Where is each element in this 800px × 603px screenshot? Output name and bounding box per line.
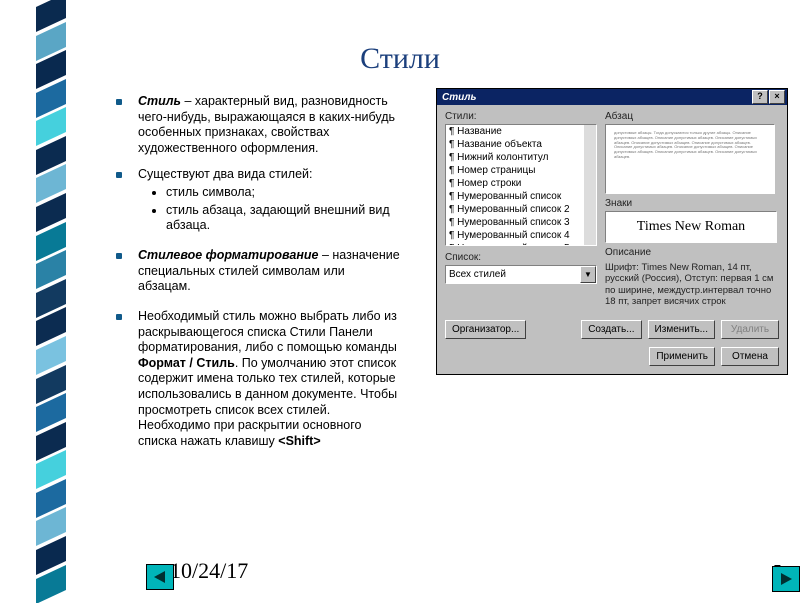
paragraph-label: Абзац (605, 111, 777, 122)
menu-command: Формат / Стиль (138, 356, 235, 370)
arrow-left-icon (153, 570, 167, 584)
styles-label: Стили: (445, 111, 595, 122)
prev-slide-button[interactable] (146, 564, 174, 590)
next-slide-button[interactable] (772, 566, 800, 592)
paragraph-preview: допустимые абзацы. Тогда допускаются тол… (605, 124, 775, 194)
term-formatting: Стилевое форматирование (138, 248, 319, 262)
style-dialog: Стиль ? × Стили: ¶ Название¶ Название об… (436, 88, 788, 375)
list-item[interactable]: ¶ Нумерованный список 5 (446, 242, 596, 246)
list-item[interactable]: ¶ Нижний колонтитул (446, 151, 596, 164)
bullet-2-sub1: стиль символа; (166, 185, 400, 201)
list-item[interactable]: ¶ Название объекта (446, 138, 596, 151)
description-text: Шрифт: Times New Roman, 14 пт, русский (… (605, 260, 775, 308)
bullet-2-lead: Существуют два вида стилей: (138, 167, 312, 181)
description-label: Описание (605, 247, 777, 258)
font-preview: Times New Roman (605, 211, 777, 243)
bullet-4: Необходимый стиль можно выбрать либо из … (110, 309, 400, 450)
footer-date: 10/24/17 (170, 558, 248, 584)
page-title: Стили (0, 42, 800, 76)
list-item[interactable]: ¶ Номер страницы (446, 164, 596, 177)
list-item[interactable]: ¶ Нумерованный список 4 (446, 229, 596, 242)
bullet-2: Существуют два вида стилей: стиль символ… (110, 167, 400, 235)
arrow-right-icon (779, 572, 793, 586)
side-ribbon (36, 0, 66, 600)
dialog-titlebar: Стиль ? × (437, 89, 787, 105)
help-icon[interactable]: ? (752, 90, 768, 104)
styles-listbox[interactable]: ¶ Название¶ Название объекта¶ Нижний кол… (445, 124, 597, 246)
list-item[interactable]: ¶ Название (446, 125, 596, 138)
modify-button[interactable]: Изменить... (648, 320, 715, 339)
term-style: Стиль (138, 94, 181, 108)
bullet-3: Стилевое форматирование – назначение спе… (110, 248, 400, 295)
new-button[interactable]: Создать... (581, 320, 641, 339)
close-icon[interactable]: × (769, 90, 785, 104)
organizer-button[interactable]: Организатор... (445, 320, 526, 339)
apply-button[interactable]: Применить (649, 347, 715, 366)
listbox-scrollbar[interactable] (584, 125, 596, 245)
list-label: Список: (445, 252, 595, 263)
dropdown-value: Всех стилей (446, 269, 580, 280)
list-item[interactable]: ¶ Нумерованный список (446, 190, 596, 203)
delete-button[interactable]: Удалить (721, 320, 779, 339)
list-item[interactable]: ¶ Нумерованный список 2 (446, 203, 596, 216)
bullet-4-p1: Необходимый стиль можно выбрать либо из … (138, 309, 397, 354)
cancel-button[interactable]: Отмена (721, 347, 779, 366)
dialog-title: Стиль (439, 92, 751, 103)
shift-key: <Shift> (278, 434, 320, 448)
bullet-2-sub2: стиль абзаца, задающий внешний вид абзац… (166, 203, 400, 234)
chars-label: Знаки (605, 198, 777, 209)
chevron-down-icon: ▼ (580, 266, 596, 283)
slide-body: Стиль – характерный вид, разновидность ч… (110, 94, 400, 460)
list-filter-dropdown[interactable]: Всех стилей ▼ (445, 265, 597, 284)
list-item[interactable]: ¶ Нумерованный список 3 (446, 216, 596, 229)
bullet-1: Стиль – характерный вид, разновидность ч… (110, 94, 400, 157)
list-item[interactable]: ¶ Номер строки (446, 177, 596, 190)
